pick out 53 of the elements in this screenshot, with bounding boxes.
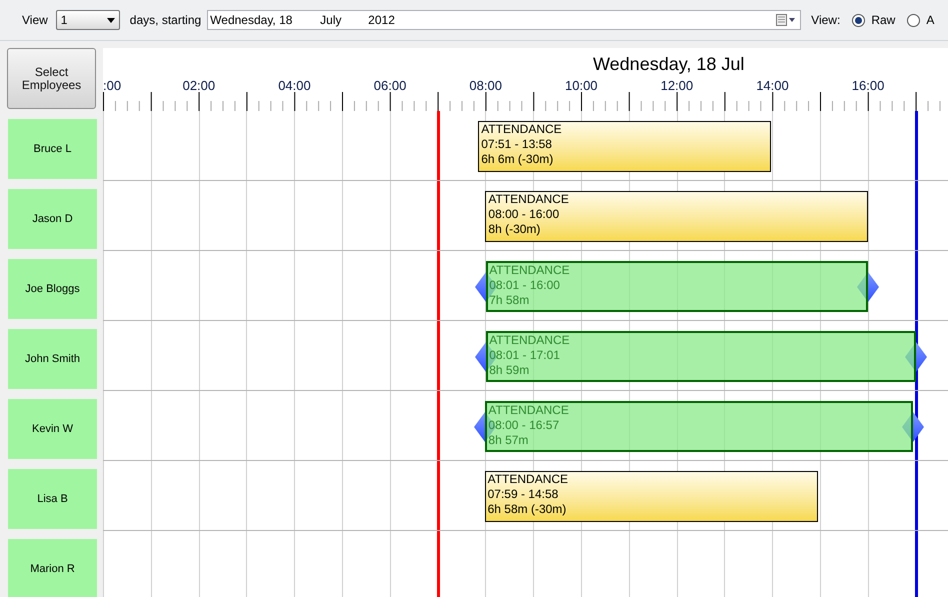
event-time: 08:01 - 16:00 [489,278,561,293]
radio-label: Raw [871,12,896,29]
radio-label: A [926,12,934,29]
employee-button[interactable]: John Smith [8,329,97,389]
view-mode-label: View: [811,12,840,29]
attendance-bar[interactable]: ATTENDANCE 08:00 - 16:00 8h (-30m) [485,191,868,242]
employee-button[interactable]: Marion R [8,539,97,597]
date-day-text: Wednesday, 18 [210,12,294,29]
hour-label: 04:00 [278,77,311,95]
event-title: ATTENDANCE [489,263,571,278]
event-duration: 8h 57m [488,433,530,448]
radio-button[interactable] [852,14,866,26]
event-time: 08:00 - 16:00 [488,207,560,222]
days-label: days, starting [130,12,202,29]
employee-button[interactable]: Jason D [8,189,97,249]
event-duration: 6h 58m (-30m) [488,502,568,517]
hour-label: 02:00 [182,77,216,95]
date-title: Wednesday, 18 Jul [593,53,744,76]
employee-button[interactable]: Lisa B [8,469,97,529]
date-year-text: 2012 [368,12,395,29]
hour-label: 12:00 [660,77,694,95]
select-employees-button[interactable]: Select Employees [7,48,96,109]
event-title: ATTENDANCE [488,403,570,418]
hour-label: :00 [103,77,122,95]
event-duration: 6h 6m (-30m) [481,152,554,167]
attendance-bar[interactable]: ATTENDANCE 07:59 - 14:58 6h 58m (-30m) [484,471,818,522]
view-label: View [22,12,48,29]
calendar-dropdown-icon[interactable] [776,14,796,26]
employee-button[interactable]: Bruce L [8,119,97,179]
event-title: ATTENDANCE [481,122,563,137]
attendance-bar[interactable]: ATTENDANCE 07:51 - 13:58 6h 6m (-30m) [478,121,771,172]
event-time: 07:51 - 13:58 [481,137,553,152]
event-time: 07:59 - 14:58 [488,487,560,502]
radio-button[interactable] [907,14,920,26]
hour-label: 06:00 [374,77,406,95]
event-time: 08:00 - 16:57 [488,418,560,433]
event-duration: 8h (-30m) [488,222,542,237]
caret-icon [106,18,115,22]
days-select[interactable]: 1 [56,10,120,30]
event-title: ATTENDANCE [489,333,571,348]
hour-label: 14:00 [756,77,789,95]
event-title: ATTENDANCE [488,472,570,487]
hour-label: 08:00 [469,77,502,95]
event-title: ATTENDANCE [488,192,570,207]
hour-label: 10:00 [565,77,598,95]
event-duration: 8h 59m [489,363,530,378]
event-duration: 7h 58m [489,293,530,308]
employee-button[interactable]: Joe Bloggs [8,259,97,319]
hour-label: 16:00 [852,77,884,95]
date-field[interactable]: Wednesday, 18 July 2012 [207,10,802,30]
event-time: 08:01 - 17:01 [489,348,561,363]
employee-button[interactable]: Kevin W [8,399,97,459]
date-month-text: July [320,12,343,29]
